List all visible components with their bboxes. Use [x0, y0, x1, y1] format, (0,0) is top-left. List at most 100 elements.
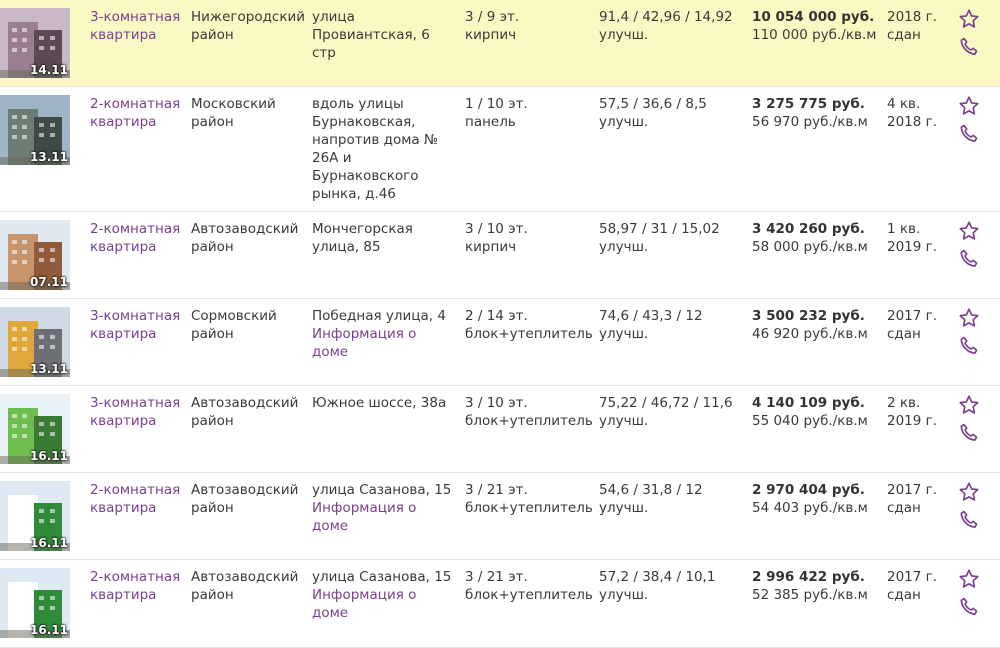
listing-district: Сормовский район: [191, 308, 277, 342]
listing-price-per-sqm: 110 000 руб./кв.м: [752, 27, 877, 43]
listing-area: 74,6 / 43,3 / 12: [599, 308, 703, 324]
listing-finish: улучш.: [599, 326, 649, 342]
favorite-star-icon[interactable]: [958, 394, 980, 416]
listing-price: 2 996 422 руб.: [752, 569, 865, 585]
listing-district: Нижегородский район: [191, 9, 306, 43]
listing-floor: 3 / 21 эт.: [465, 569, 528, 585]
listing-type-link[interactable]: 2-комнатная квартира: [90, 96, 180, 130]
listing-type-link[interactable]: 2-комнатная квартира: [90, 569, 180, 603]
listing-type-link[interactable]: 3-комнатная квартира: [90, 9, 180, 43]
listing-deadline-status: сдан: [887, 587, 921, 603]
listing-photo[interactable]: 13.11: [0, 307, 70, 377]
listing-finish: улучш.: [599, 413, 649, 429]
listing-material: кирпич: [465, 27, 517, 43]
phone-icon[interactable]: [958, 335, 980, 357]
listing-address: улица Сазанова, 15: [312, 569, 452, 585]
listing-row: 13.11 2-комнатная квартира Московский ра…: [0, 87, 1000, 212]
listing-finish: улучш.: [599, 587, 649, 603]
listing-deadline-status: сдан: [887, 27, 921, 43]
listing-photo[interactable]: 14.11: [0, 8, 70, 78]
listing-material: блок+утеплитель: [465, 326, 593, 342]
listing-photo[interactable]: 16.11: [0, 394, 70, 464]
listing-deadline-year: 1 кв.: [887, 221, 921, 237]
listing-price: 2 970 404 руб.: [752, 482, 865, 498]
listing-floor: 3 / 21 эт.: [465, 482, 528, 498]
favorite-star-icon[interactable]: [958, 568, 980, 590]
listing-photo[interactable]: 16.11: [0, 568, 70, 638]
listing-row: 16.11 3-комнатная квартира Автозаводский…: [0, 386, 1000, 473]
listing-row: 16.11 2-комнатная квартира Автозаводский…: [0, 473, 1000, 560]
listing-table: 14.11 3-комнатная квартира Нижегородский…: [0, 0, 1000, 648]
listing-type-link[interactable]: 2-комнатная квартира: [90, 221, 180, 255]
listing-deadline-year: 2017 г.: [887, 308, 938, 324]
listing-date: 13.11: [30, 362, 68, 376]
listing-district: Автозаводский район: [191, 221, 299, 255]
listing-price-per-sqm: 46 920 руб./кв.м: [752, 326, 868, 342]
favorite-star-icon[interactable]: [958, 8, 980, 30]
phone-icon[interactable]: [958, 36, 980, 58]
listing-price-per-sqm: 58 000 руб./кв.м: [752, 239, 868, 255]
listing-type-link[interactable]: 2-комнатная квартира: [90, 482, 180, 516]
listing-date: 14.11: [30, 63, 68, 77]
listing-deadline-status: сдан: [887, 326, 921, 342]
house-info-link[interactable]: Информация о доме: [312, 499, 452, 535]
listing-finish: улучш.: [599, 27, 649, 43]
listing-price: 10 054 000 руб.: [752, 9, 875, 25]
listing-material: панель: [465, 114, 516, 130]
listing-floor: 1 / 10 эт.: [465, 96, 528, 112]
phone-icon[interactable]: [958, 596, 980, 618]
listing-date: 16.11: [30, 449, 68, 463]
favorite-star-icon[interactable]: [958, 220, 980, 242]
listing-material: блок+утеплитель: [465, 500, 593, 516]
listing-deadline-status: 2019 г.: [887, 413, 938, 429]
house-info-link[interactable]: Информация о доме: [312, 586, 452, 622]
listing-deadline-year: 2 кв.: [887, 395, 921, 411]
listing-photo[interactable]: 07.11: [0, 220, 70, 290]
listing-deadline-status: сдан: [887, 500, 921, 516]
listing-address: улица Провиантская, 6 стр: [312, 9, 430, 61]
listing-date: 16.11: [30, 536, 68, 550]
listing-address: Мончегорская улица, 85: [312, 221, 413, 255]
listing-deadline-year: 4 кв.: [887, 96, 921, 112]
listing-address: Южное шоссе, 38а: [312, 395, 447, 411]
listing-type-link[interactable]: 3-комнатная квартира: [90, 308, 180, 342]
listing-price: 4 140 109 руб.: [752, 395, 865, 411]
listing-row: 14.11 3-комнатная квартира Нижегородский…: [0, 0, 1000, 87]
listing-deadline-year: 2018 г.: [887, 9, 938, 25]
listing-area: 91,4 / 42,96 / 14,92: [599, 9, 733, 25]
house-info-link[interactable]: Информация о доме: [312, 325, 452, 361]
listing-price-per-sqm: 52 385 руб./кв.м: [752, 587, 868, 603]
listing-type-link[interactable]: 3-комнатная квартира: [90, 395, 180, 429]
listing-deadline-year: 2017 г.: [887, 569, 938, 585]
listing-district: Московский район: [191, 96, 276, 130]
listing-district: Автозаводский район: [191, 482, 299, 516]
listing-finish: улучш.: [599, 114, 649, 130]
listing-material: блок+утеплитель: [465, 413, 593, 429]
phone-icon[interactable]: [958, 248, 980, 270]
listing-material: блок+утеплитель: [465, 587, 593, 603]
listing-row: 07.11 2-комнатная квартира Автозаводский…: [0, 212, 1000, 299]
listing-floor: 3 / 10 эт.: [465, 221, 528, 237]
listing-address: Победная улица, 4: [312, 308, 446, 324]
listing-floor: 3 / 9 эт.: [465, 9, 520, 25]
listing-deadline-status: 2018 г.: [887, 114, 938, 130]
listing-area: 75,22 / 46,72 / 11,6: [599, 395, 733, 411]
listing-deadline-year: 2017 г.: [887, 482, 938, 498]
listing-price-per-sqm: 56 970 руб./кв.м: [752, 114, 868, 130]
listing-district: Автозаводский район: [191, 395, 299, 429]
favorite-star-icon[interactable]: [958, 307, 980, 329]
listing-price: 3 500 232 руб.: [752, 308, 865, 324]
phone-icon[interactable]: [958, 509, 980, 531]
phone-icon[interactable]: [958, 422, 980, 444]
listing-photo[interactable]: 13.11: [0, 95, 70, 165]
listing-deadline-status: 2019 г.: [887, 239, 938, 255]
favorite-star-icon[interactable]: [958, 95, 980, 117]
listing-address: улица Сазанова, 15: [312, 482, 452, 498]
listing-photo[interactable]: 16.11: [0, 481, 70, 551]
listing-price: 3 275 775 руб.: [752, 96, 865, 112]
listing-date: 07.11: [30, 275, 68, 289]
phone-icon[interactable]: [958, 123, 980, 145]
listing-area: 57,5 / 36,6 / 8,5: [599, 96, 707, 112]
listing-area: 58,97 / 31 / 15,02: [599, 221, 720, 237]
favorite-star-icon[interactable]: [958, 481, 980, 503]
